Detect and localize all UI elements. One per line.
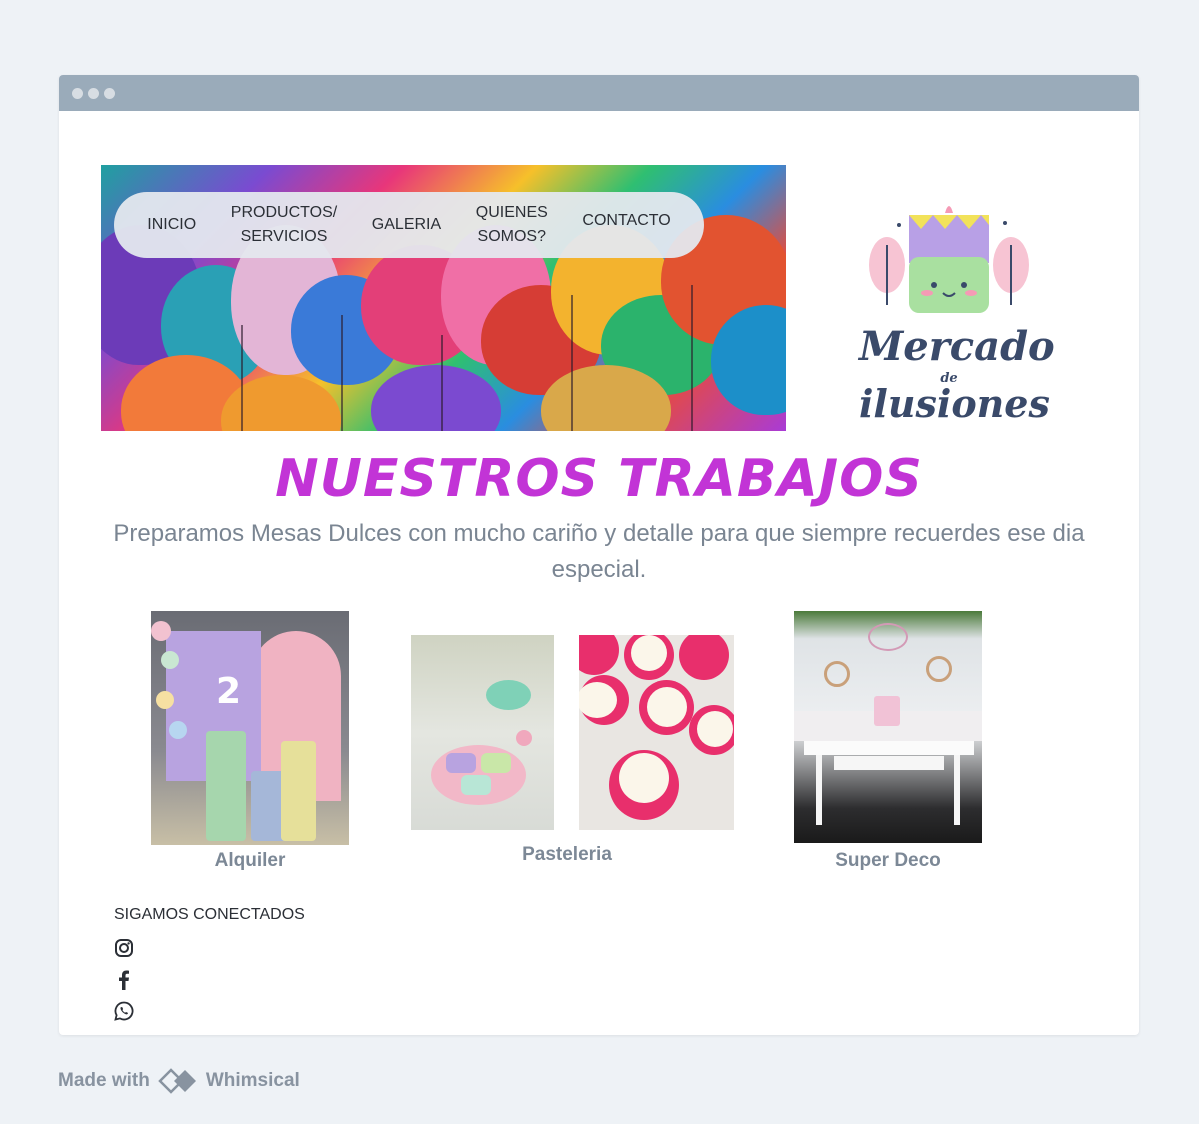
made-with-label: Made with (58, 1070, 150, 1091)
window-dot (88, 87, 99, 99)
browser-window: INICIO PRODUCTOS/ SERVICIOS GALERIA QUIE… (59, 75, 1139, 1035)
pasteleria-photo-2[interactable] (579, 635, 734, 830)
cake-icon (869, 206, 1029, 313)
nav-item-contacto[interactable]: CONTACTO (582, 209, 670, 233)
hero-banner: INICIO PRODUCTOS/ SERVICIOS GALERIA QUIE… (101, 165, 786, 431)
page-title: NUESTROS TRABAJOS (275, 449, 923, 509)
pasteleria-photo-1[interactable] (411, 635, 554, 830)
page-subtitle: Preparamos Mesas Dulces con mucho cariño… (113, 520, 1085, 583)
balloon-string (341, 315, 343, 431)
logo-line-1: Mercado (859, 323, 1055, 370)
main-nav: INICIO PRODUCTOS/ SERVICIOS GALERIA QUIE… (114, 192, 704, 258)
balloon (371, 365, 501, 431)
caption-pasteleria: Pasteleria (522, 844, 612, 865)
super-deco-photo[interactable] (794, 611, 982, 843)
nav-item-inicio[interactable]: INICIO (147, 213, 196, 237)
caption-alquiler: Alquiler (214, 850, 286, 871)
instagram-icon[interactable] (113, 937, 135, 959)
nav-item-quienes-somos[interactable]: QUIENES SOMOS? (476, 201, 548, 249)
whimsical-brand-label: Whimsical (205, 1070, 300, 1091)
balloon-string (241, 325, 243, 431)
logo-line-3: ilusiones (859, 381, 1050, 426)
alquiler-photo[interactable]: 2 (151, 611, 349, 845)
caption-super-deco: Super Deco (835, 850, 941, 871)
made-with-badge[interactable]: Made with Whimsical (58, 1067, 300, 1095)
window-titlebar (59, 75, 1139, 111)
whatsapp-icon[interactable] (113, 1000, 135, 1022)
window-dot (104, 87, 115, 99)
nav-item-galeria[interactable]: GALERIA (372, 213, 441, 237)
brand-logo[interactable]: Mercado de ilusiones (859, 195, 1055, 426)
social-section-title: SIGAMOS CONECTADOS (114, 906, 305, 923)
facebook-icon[interactable] (113, 969, 135, 991)
whimsical-logo-icon (158, 1068, 196, 1094)
balloon-string (571, 295, 573, 431)
window-dot (72, 87, 83, 99)
balloon-string (691, 285, 693, 431)
nav-item-productos-servicios[interactable]: PRODUCTOS/ SERVICIOS (231, 201, 337, 249)
balloon-string (441, 335, 443, 431)
